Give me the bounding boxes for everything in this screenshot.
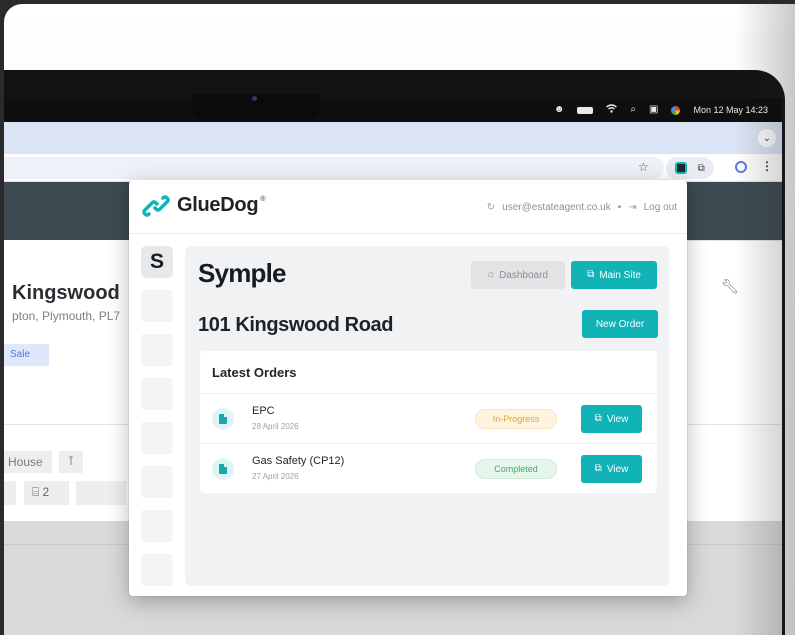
latest-orders-card: Latest Orders EPC 28 April 2026 In-Progr… [200,351,657,493]
external-link-icon: ⧉ [594,463,602,474]
bookmark-star-icon[interactable]: ☆ [638,160,649,174]
gluedog-extension-icon[interactable] [675,162,688,174]
gluedog-logo: GlueDog ® [141,194,265,217]
background-bedroom-chip: ⌸ 2 [24,481,69,505]
background-bath-icon: ⊺ [59,451,83,473]
latest-orders-title: Latest Orders [212,365,297,380]
document-icon [212,458,234,480]
control-center-icon[interactable]: ▣ [649,105,658,115]
extensions-group: ⧉ [666,157,714,179]
order-name: Gas Safety (CP12) [252,455,345,467]
rail-item[interactable] [141,466,173,498]
property-address: 101 Kingswood Road [198,314,394,336]
status-badge: Completed [475,459,557,479]
status-badge: In-Progress [475,409,557,429]
background-divider [687,424,747,425]
main-site-label: Main Site [599,269,641,281]
background-house-chip: House [4,451,52,473]
rail-item[interactable] [141,334,173,366]
main-content: Symple ⌂ Dashboard ⧉ Main Site 101 Kings… [185,246,669,586]
rail-item-symple[interactable]: S [141,246,173,278]
address-bar[interactable] [4,157,664,179]
search-icon[interactable]: ⌕ [630,105,636,115]
siri-icon[interactable] [671,105,681,115]
popup-header: GlueDog ® ↻ user@estateagent.co.uk • ⇥ L… [129,180,687,234]
background-chip [76,481,126,505]
home-icon: ⌂ [488,269,495,280]
wifi-icon[interactable] [606,104,618,116]
user-email: user@estateagent.co.uk [502,202,611,213]
gluedog-logo-icon [142,194,170,217]
registered-mark: ® [260,196,266,203]
background-chip [4,481,16,505]
app-rail: S [141,246,177,586]
app-title: Symple [198,258,286,288]
view-label: View [606,463,629,475]
new-order-button[interactable]: New Order [582,310,658,338]
tab-search-chevron-icon[interactable]: ⌄ [758,129,776,147]
extension-popup: GlueDog ® ↻ user@estateagent.co.uk • ⇥ L… [129,180,687,596]
view-label: View [606,413,629,425]
separator-dot: • [617,202,622,213]
rail-item[interactable] [141,422,173,454]
battery-icon[interactable] [577,106,594,114]
account-bar: ↻ user@estateagent.co.uk • ⇥ Log out [487,202,677,213]
external-link-icon: ⧉ [594,413,602,424]
order-name: EPC [252,405,275,417]
dashboard-label: Dashboard [499,269,548,281]
dashboard-button[interactable]: ⌂ Dashboard [471,261,565,289]
macos-menubar: ☻ ⌕ ▣ Mon 12 May 14:23 [4,98,782,122]
view-order-button[interactable]: ⧉ View [581,455,642,483]
background-divider [687,240,782,241]
menubar-datetime: Mon 12 May 14:23 [693,105,768,115]
background-property-title: Kingswood [12,282,120,304]
order-date: 27 April 2026 [252,472,299,481]
refresh-icon[interactable]: ↻ [487,202,495,213]
view-order-button[interactable]: ⧉ View [581,405,642,433]
rail-item[interactable] [141,510,173,542]
external-link-icon: ⧉ [587,269,595,280]
person-icon[interactable]: ☻ [554,105,565,115]
rail-item[interactable] [141,378,173,410]
document-icon [212,408,234,430]
order-row: Gas Safety (CP12) 27 April 2026 Complete… [200,443,657,493]
rail-item[interactable] [141,554,173,586]
brand-name: GlueDog [177,194,259,216]
logout-link[interactable]: Log out [644,202,677,213]
wrench-icon[interactable]: 🔧︎ [721,278,739,295]
promo-frame: ☻ ⌕ ▣ Mon 12 May 14:23 ⌄ ☆ ⧉ ⋮ Kingswood… [4,4,795,635]
background-property-location: pton, Plymouth, PL7 [12,309,121,323]
browser-tab-strip: ⌄ [4,122,782,154]
more-menu-icon[interactable]: ⋮ [761,159,773,173]
order-row: EPC 28 April 2026 In-Progress ⧉ View [200,393,657,443]
camera-icon [252,96,257,101]
background-sale-pill: Sale [4,344,49,366]
profile-icon[interactable] [735,161,747,173]
main-site-button[interactable]: ⧉ Main Site [571,261,657,289]
bedroom-count: 2 [42,485,50,499]
browser-toolbar: ☆ ⧉ ⋮ [4,154,782,182]
puzzle-icon[interactable]: ⧉ [698,163,705,174]
logout-icon[interactable]: ⇥ [628,202,636,213]
order-date: 28 April 2026 [252,422,299,431]
bed-icon: ⌸ [32,485,40,499]
rail-item[interactable] [141,290,173,322]
